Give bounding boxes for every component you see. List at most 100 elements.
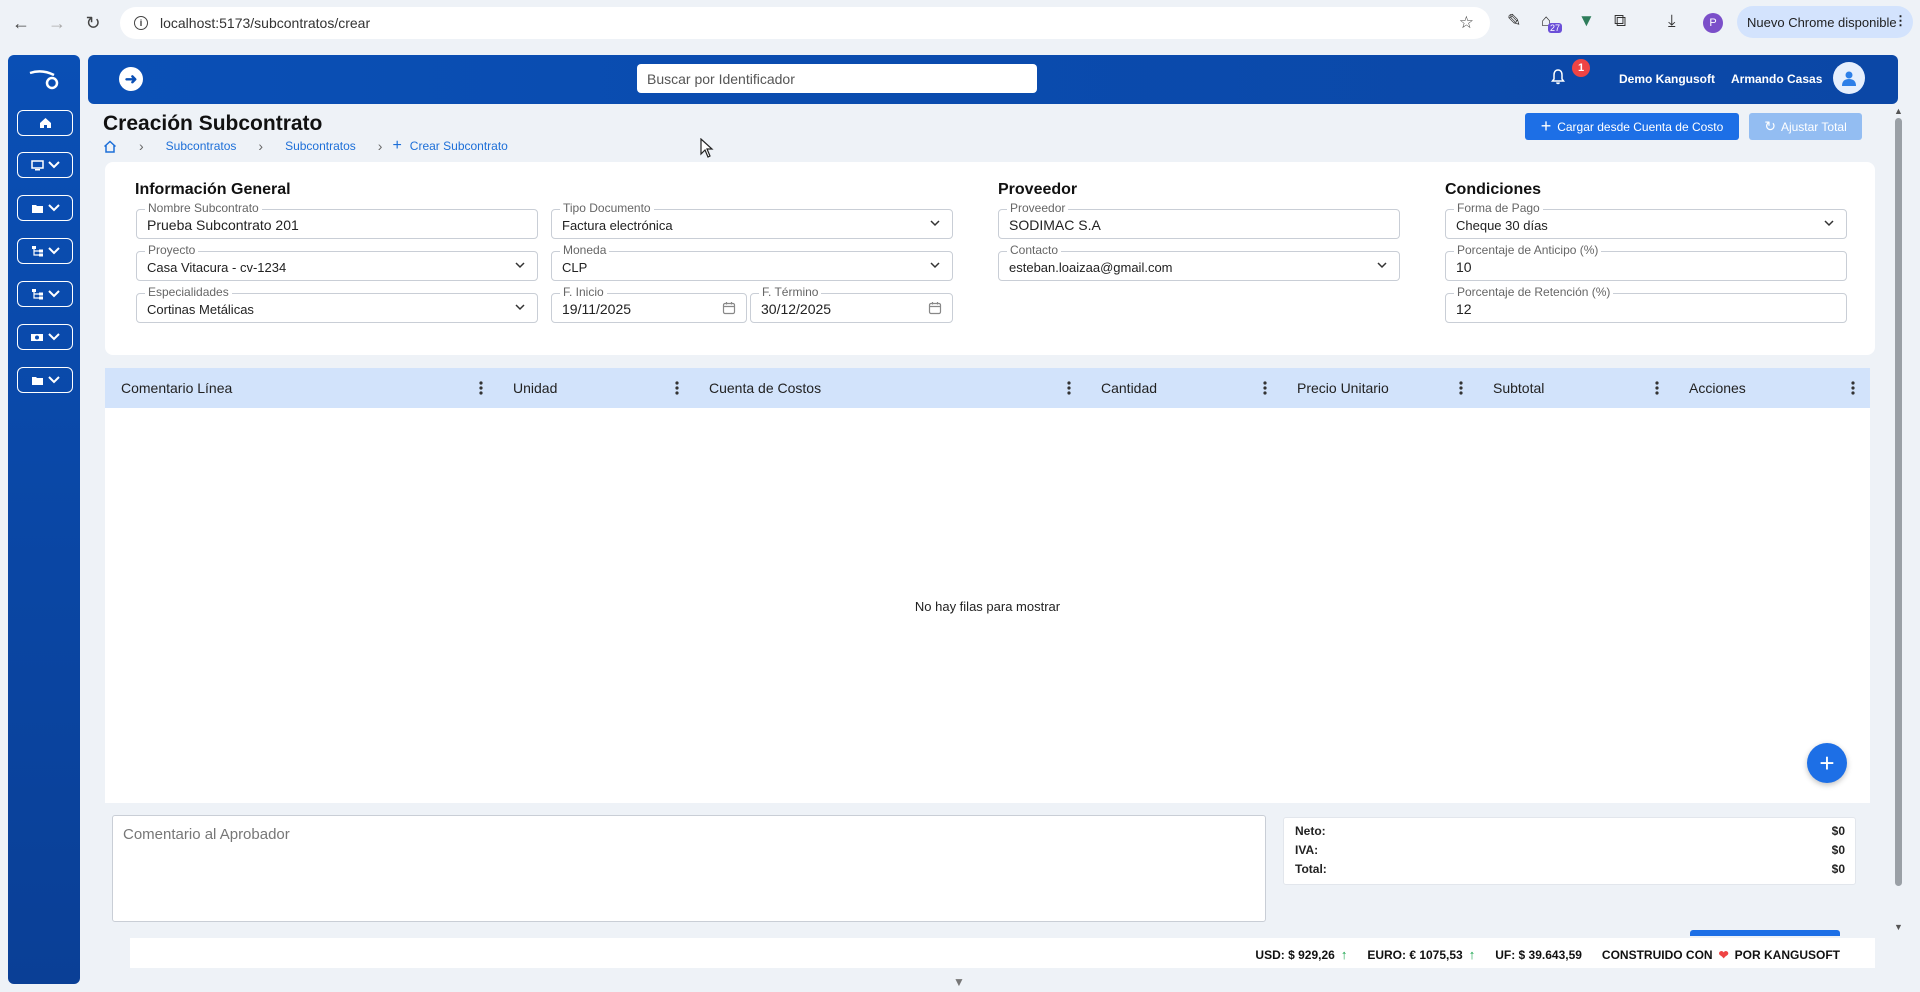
scrollbar-thumb[interactable] (1895, 118, 1902, 886)
mouse-cursor-icon (700, 138, 714, 158)
grid-column-header[interactable]: Precio Unitario (1281, 368, 1477, 408)
column-menu-icon[interactable] (1067, 381, 1071, 395)
plus-icon: + (392, 137, 402, 154)
company-name[interactable]: Demo Kangusoft (1619, 72, 1715, 86)
app-logo-icon[interactable] (28, 67, 60, 97)
sidebar-item-monitor[interactable] (17, 152, 73, 178)
column-menu-icon[interactable] (1459, 381, 1463, 395)
built-by-text: POR KANGUSOFT (1734, 947, 1840, 962)
calendar-icon[interactable] (722, 301, 736, 315)
add-row-button[interactable]: + (1807, 743, 1847, 783)
vue-devtools-icon[interactable]: ▼ (1578, 11, 1595, 31)
section-title-conditions: Condiciones (1445, 181, 1542, 198)
save-button-partial[interactable] (1690, 930, 1840, 936)
euro-rate: EURO: € 1075,53 (1367, 947, 1463, 962)
arrow-up-icon: ↑ (1468, 947, 1476, 962)
bookmark-star-icon[interactable]: ☆ (1459, 13, 1474, 33)
column-menu-icon[interactable] (1263, 381, 1267, 395)
menu-kebab-icon[interactable]: ⋮ (1894, 13, 1907, 29)
sidebar-item-tree-2[interactable] (17, 281, 73, 307)
site-info-icon[interactable]: i (134, 16, 148, 30)
download-icon[interactable]: ⤓ (1668, 11, 1676, 31)
breadcrumb-item[interactable]: Subcontratos (285, 139, 356, 153)
arrow-right-circle-icon[interactable]: ➜ (119, 67, 143, 91)
sidebar-item-home[interactable] (17, 110, 73, 136)
totals-label: IVA: (1295, 843, 1319, 857)
user-avatar-icon[interactable] (1833, 62, 1865, 94)
grid-column-header[interactable]: Unidad (497, 368, 693, 408)
breadcrumb-item[interactable]: Subcontratos (166, 139, 237, 153)
breadcrumb-separator: › (258, 138, 264, 154)
approver-comment-input[interactable] (112, 815, 1266, 922)
totals-row-iva: IVA: $0 (1295, 843, 1845, 857)
refresh-icon: ↻ (1764, 118, 1776, 134)
grid-column-header[interactable]: Comentario Línea (105, 368, 497, 408)
porcentaje-anticipo-field[interactable]: Porcentaje de Anticipo (%) 10 (1445, 243, 1847, 281)
especialidades-select[interactable]: Especialidades Cortinas Metálicas (136, 285, 538, 323)
proyecto-select[interactable]: Proyecto Casa Vitacura - cv-1234 (136, 243, 538, 281)
grid-column-header[interactable]: Subtotal (1477, 368, 1673, 408)
nombre-subcontrato-field[interactable]: Nombre Subcontrato Prueba Subcontrato 20… (136, 201, 538, 239)
calendar-icon[interactable] (928, 301, 942, 315)
home-icon[interactable] (103, 139, 117, 153)
proveedor-field[interactable]: Proveedor SODIMAC S.A (998, 201, 1400, 239)
field-value: Casa Vitacura - cv-1234 (147, 260, 287, 275)
button-label: Ajustar Total (1780, 119, 1847, 134)
sidebar-item-folder[interactable] (17, 195, 73, 221)
column-label: Unidad (513, 380, 558, 396)
page-title: Creación Subcontrato (103, 112, 323, 135)
grid-column-header[interactable]: Cantidad (1085, 368, 1281, 408)
plus-icon: + (1819, 747, 1835, 778)
moneda-select[interactable]: Moneda CLP (551, 243, 953, 281)
profile-avatar[interactable]: P (1703, 13, 1723, 33)
sidebar-item-money[interactable] (17, 324, 73, 350)
reload-icon[interactable]: ↻ (81, 11, 105, 35)
sidebar-item-tree[interactable] (17, 238, 73, 264)
sidebar (8, 55, 80, 984)
puzzle-extensions-icon[interactable]: ⧉ (1614, 11, 1626, 31)
search-input[interactable] (637, 64, 1037, 93)
contacto-select[interactable]: Contacto esteban.loaizaa@gmail.com (998, 243, 1400, 281)
eyedropper-icon[interactable]: ✎ (1507, 11, 1521, 31)
address-bar[interactable]: i localhost:5173/subcontratos/crear ☆ (120, 7, 1490, 39)
field-value: Factura electrónica (562, 218, 673, 233)
field-value: Cortinas Metálicas (147, 302, 254, 317)
breadcrumb: › Subcontratos › Subcontratos › + Crear … (103, 137, 508, 154)
field-label: F. Inicio (560, 285, 607, 299)
forma-pago-select[interactable]: Forma de Pago Cheque 30 días (1445, 201, 1847, 239)
column-menu-icon[interactable] (479, 381, 483, 395)
load-from-cost-account-button[interactable]: + Cargar desde Cuenta de Costo (1525, 113, 1739, 140)
grid-column-header[interactable]: Acciones (1673, 368, 1869, 408)
porcentaje-retencion-field[interactable]: Porcentaje de Retención (%) 12 (1445, 285, 1847, 323)
back-arrow-icon[interactable]: ← (9, 11, 33, 35)
breadcrumb-item-current[interactable]: Crear Subcontrato (410, 139, 508, 153)
tipo-documento-select[interactable]: Tipo Documento Factura electrónica (551, 201, 953, 239)
scroll-down-arrow-icon[interactable]: ▼ (1894, 922, 1903, 932)
column-label: Cantidad (1101, 380, 1158, 396)
money-icon (31, 333, 43, 341)
built-with-text: CONSTRUIDO CON (1601, 947, 1713, 962)
grid-column-header[interactable]: Cuenta de Costos (693, 368, 1085, 408)
notification-badge: 1 (1572, 59, 1590, 77)
sidebar-item-folder-2[interactable] (17, 367, 73, 393)
section-title-supplier: Proveedor (998, 181, 1078, 198)
fecha-inicio-field[interactable]: F. Inicio 19/11/2025 (551, 285, 747, 323)
scroll-up-arrow-icon[interactable]: ▲ (1894, 106, 1903, 116)
chrome-update-button[interactable]: Nuevo Chrome disponible ⋮ (1737, 6, 1913, 38)
column-menu-icon[interactable] (675, 381, 679, 395)
lines-grid: Comentario Línea Unidad Cuenta de Costos… (105, 368, 1870, 803)
column-menu-icon[interactable] (1655, 381, 1659, 395)
bell-icon[interactable] (1551, 69, 1565, 90)
totals-row-neto: Neto: $0 (1295, 824, 1845, 838)
totals-value: $0 (1831, 843, 1845, 857)
field-value: SODIMAC S.A (1009, 217, 1101, 233)
scroll-down-arrow-icon[interactable]: ▼ (953, 975, 965, 989)
user-name[interactable]: Armando Casas (1731, 72, 1822, 86)
fecha-termino-field[interactable]: F. Término 30/12/2025 (750, 285, 953, 323)
field-label: Forma de Pago (1454, 201, 1543, 215)
breadcrumb-separator: › (377, 138, 383, 154)
column-menu-icon[interactable] (1851, 381, 1855, 395)
adjust-total-button[interactable]: ↻ Ajustar Total (1749, 113, 1862, 140)
forward-arrow-icon[interactable]: → (45, 11, 69, 35)
breadcrumb-separator: › (139, 138, 144, 154)
